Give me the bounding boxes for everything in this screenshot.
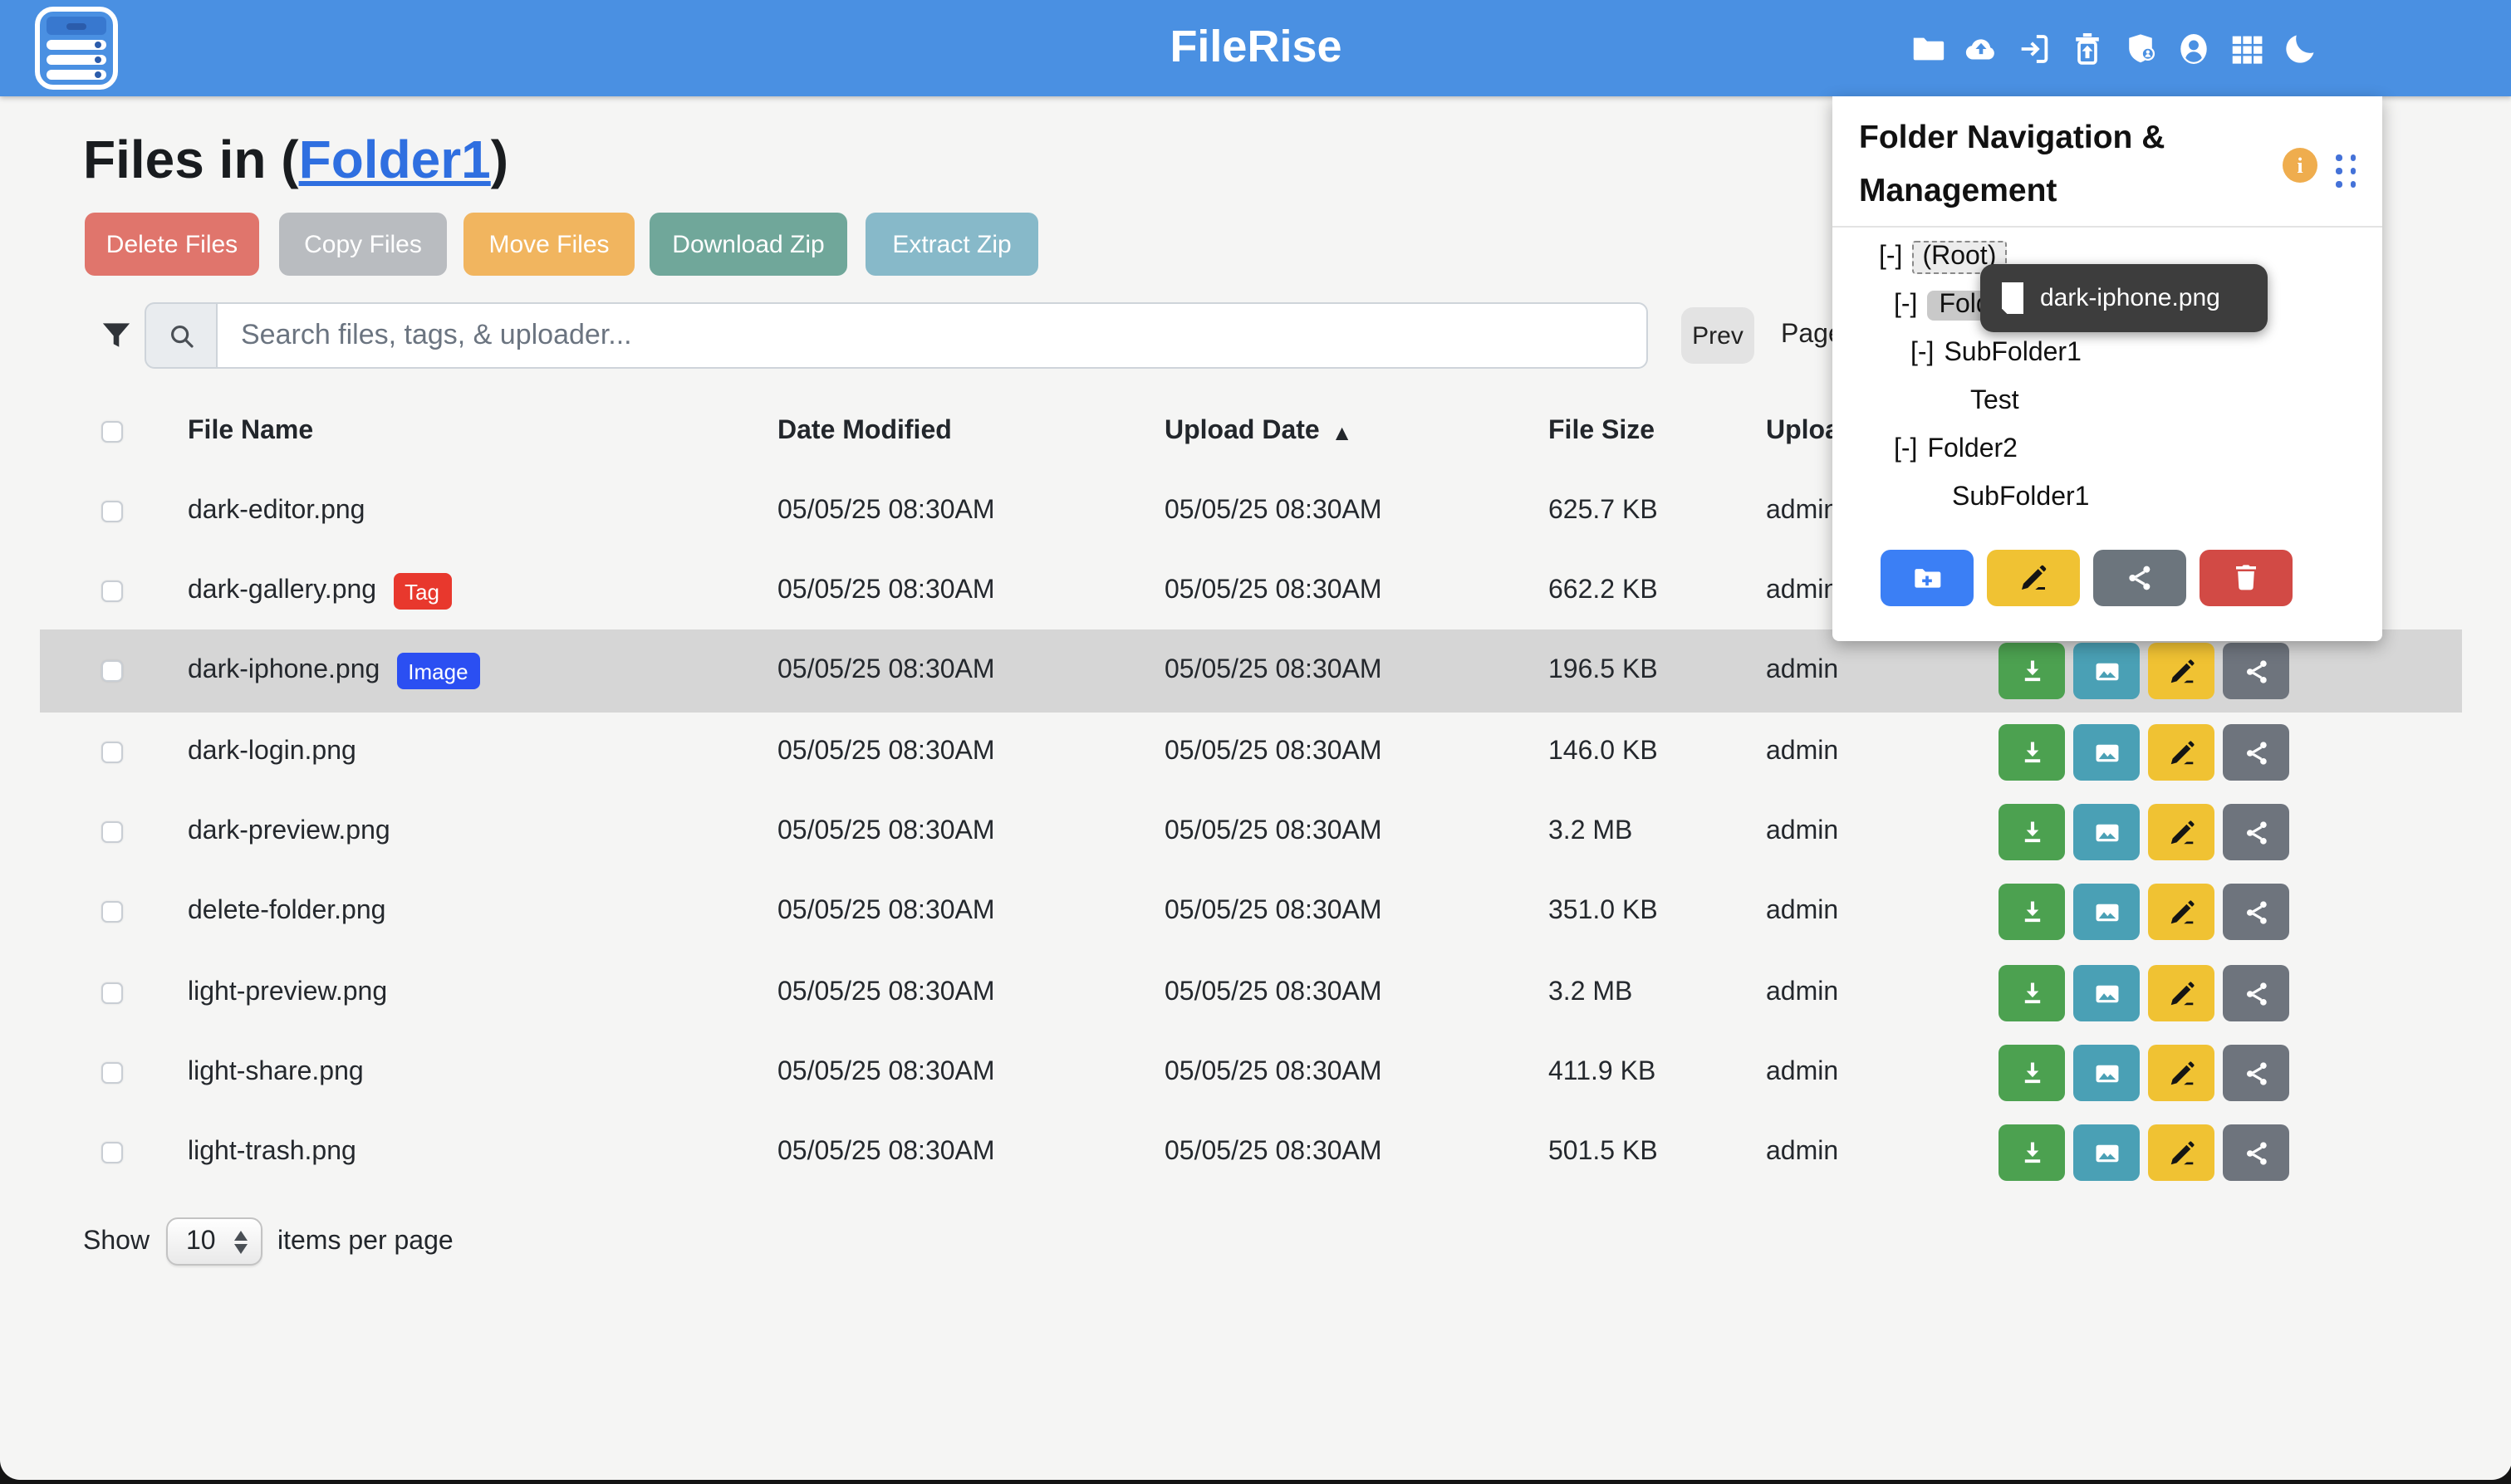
drag-handle-icon[interactable] [2336,154,2357,187]
rename-button[interactable] [2148,724,2214,781]
folder-navigation-panel: Folder Navigation & Management [-] (Root… [1832,96,2382,641]
folder-icon[interactable] [1909,29,1947,67]
tree-toggle[interactable]: [-] [1894,435,1917,465]
tree-toggle[interactable]: [-] [1910,339,1934,369]
sign-in-icon[interactable] [2015,29,2053,67]
share-button[interactable] [2223,804,2289,860]
download-button[interactable] [1999,965,2065,1021]
preview-image-button[interactable] [2073,1045,2140,1101]
table-row[interactable]: light-share.png 05/05/25 08:30AM 05/05/2… [0,1033,2511,1113]
tree-label[interactable]: Folder2 [1927,435,2018,465]
rename-button[interactable] [2148,1124,2214,1181]
delete-files-button[interactable]: Delete Files [85,213,259,276]
preview-image-button[interactable] [2073,1124,2140,1181]
rename-folder-button[interactable] [1987,550,2080,606]
download-button[interactable] [1999,724,2065,781]
column-file-size[interactable]: File Size [1548,405,1655,458]
items-per-page-value: 10 [186,1227,216,1256]
share-folder-button[interactable] [2093,550,2186,606]
download-button[interactable] [1999,1124,2065,1181]
items-per-page-select[interactable]: 10 [166,1217,262,1266]
rename-button[interactable] [2148,643,2214,699]
app-header: FileRise [0,0,2511,96]
spinner-arrows-icon[interactable] [234,1230,248,1253]
preview-image-button[interactable] [2073,884,2140,940]
preview-image-button[interactable] [2073,643,2140,699]
tree-label[interactable]: SubFolder1 [1952,483,2089,513]
create-folder-button[interactable] [1881,550,1974,606]
page-title: Files in (Folder1) [83,130,508,191]
profile-icon[interactable] [2175,29,2213,67]
table-row[interactable]: light-preview.png 05/05/25 08:30AM 05/05… [0,953,2511,1033]
tree-toggle[interactable]: [-] [1879,242,1902,272]
download-button[interactable] [1999,884,2065,940]
panel-title: Folder Navigation & Management [1859,111,2258,218]
preview-image-button[interactable] [2073,724,2140,781]
apps-grid-icon[interactable] [2228,29,2266,67]
rename-button[interactable] [2148,1045,2214,1101]
copy-files-button[interactable]: Copy Files [279,213,447,276]
share-button[interactable] [2223,1045,2289,1101]
select-all-checkbox[interactable] [101,421,123,443]
download-button[interactable] [1999,1045,2065,1101]
rename-button[interactable] [2148,884,2214,940]
sort-ascending-icon: ▲ [1332,419,1353,444]
move-files-button[interactable]: Move Files [463,213,635,276]
table-row[interactable]: delete-folder.png 05/05/25 08:30AM 05/05… [0,872,2511,952]
admin-shield-icon[interactable] [2121,29,2160,67]
column-date-modified[interactable]: Date Modified [777,405,952,458]
items-per-page-label: items per page [277,1217,454,1267]
table-row[interactable]: light-trash.png 05/05/25 08:30AM 05/05/2… [0,1113,2511,1193]
tree-label[interactable]: SubFolder1 [1944,339,2081,369]
share-button[interactable] [2223,643,2289,699]
tree-item-test[interactable]: Test [1970,379,2019,425]
column-file-name[interactable]: File Name [188,405,313,458]
dark-mode-icon[interactable] [2281,29,2319,67]
delete-folder-button[interactable] [2200,550,2293,606]
tree-toggle[interactable]: [-] [1894,291,1917,321]
search-input[interactable] [216,302,1648,369]
filerise-app: FileRise Files in (Folder1) Delete Files… [0,0,2511,1480]
share-button[interactable] [2223,965,2289,1021]
folder-link[interactable]: Folder1 [299,130,491,189]
tree-item-subfolder1-2[interactable]: SubFolder1 [1952,475,2089,522]
search-icon[interactable] [145,302,216,369]
tree-item-folder2[interactable]: [-] Folder2 [1894,427,2018,473]
share-button[interactable] [2223,724,2289,781]
upload-icon[interactable] [1962,29,2000,67]
info-icon[interactable] [2283,148,2317,183]
panel-divider [1832,226,2382,228]
preview-image-button[interactable] [2073,965,2140,1021]
column-upload-date[interactable]: Upload Date▲ [1165,405,1352,458]
share-button[interactable] [2223,884,2289,940]
header-icon-bar [1909,0,2319,96]
rename-button[interactable] [2148,804,2214,860]
tree-label[interactable]: Test [1970,387,2019,417]
tree-item-subfolder1[interactable]: [-] SubFolder1 [1910,331,2082,377]
trash-restore-icon[interactable] [2068,29,2106,67]
table-row[interactable]: dark-login.png 05/05/25 08:30AM 05/05/25… [0,713,2511,792]
rename-button[interactable] [2148,965,2214,1021]
search-bar [145,302,1648,369]
filter-icon[interactable] [98,317,135,354]
extract-zip-button[interactable]: Extract Zip [866,213,1038,276]
show-label: Show [83,1217,150,1267]
download-zip-button[interactable]: Download Zip [650,213,847,276]
drag-tooltip-label: dark-iphone.png [2040,284,2220,312]
file-icon [2000,282,2025,314]
prev-page-button[interactable]: Prev [1681,307,1754,364]
share-button[interactable] [2223,1124,2289,1181]
download-button[interactable] [1999,643,2065,699]
table-row[interactable]: dark-preview.png 05/05/25 08:30AM 05/05/… [0,792,2511,872]
download-button[interactable] [1999,804,2065,860]
preview-image-button[interactable] [2073,804,2140,860]
drag-tooltip: dark-iphone.png [1980,264,2268,332]
table-row-selected[interactable]: dark-iphone.pngImage 05/05/25 08:30AM 05… [0,631,2511,711]
